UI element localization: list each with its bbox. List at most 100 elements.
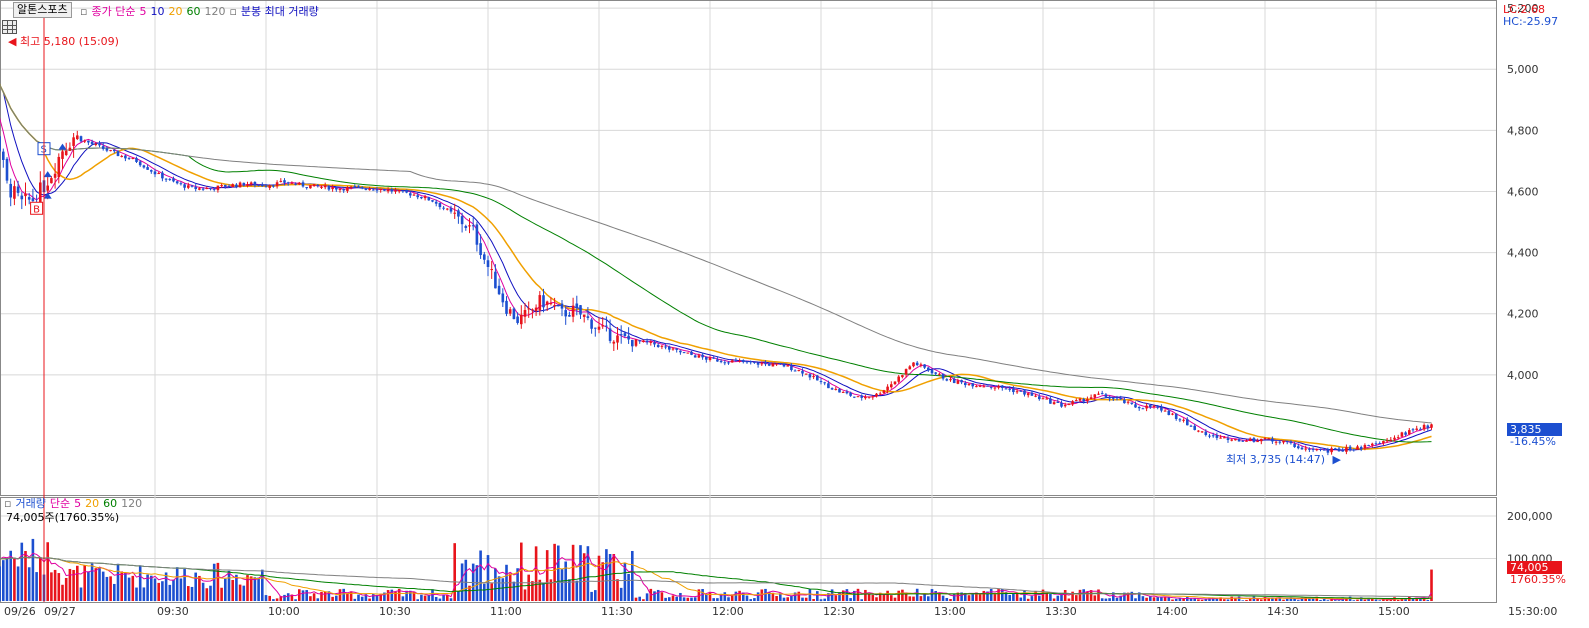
volume-bar	[464, 559, 468, 601]
volume-bar	[1356, 599, 1359, 601]
grid-toggle-icon[interactable]	[2, 20, 17, 34]
time-tick-label: 13:00	[934, 605, 966, 618]
candle-body	[1178, 419, 1182, 421]
volume-bar	[1223, 599, 1226, 601]
candle-body	[264, 186, 268, 188]
candle-body	[1152, 405, 1156, 407]
candle-body	[198, 188, 201, 190]
candle-body	[708, 357, 712, 360]
volume-bar	[1197, 599, 1200, 601]
candle-body	[231, 184, 234, 188]
candle-body	[734, 359, 738, 361]
volume-bar	[571, 544, 575, 601]
volume-bar	[612, 554, 616, 601]
candle-body	[534, 307, 538, 312]
volume-bar	[1163, 597, 1167, 601]
candle-body	[989, 386, 993, 388]
stock-name-tab[interactable]: 알톤스포츠	[13, 2, 72, 18]
candle-body	[1204, 431, 1208, 435]
candle-body	[730, 360, 734, 363]
candle-body	[1174, 413, 1178, 419]
candle-body	[1119, 398, 1122, 400]
candle-body	[471, 225, 475, 227]
candle-body	[1063, 405, 1067, 407]
candle-body	[1137, 406, 1141, 409]
candle-body	[590, 319, 593, 329]
volume-bar	[312, 593, 316, 601]
legend-ma-60: 60	[186, 5, 201, 18]
candle-body	[294, 183, 297, 185]
candle-body	[309, 185, 312, 189]
candle-body	[305, 187, 308, 189]
price-panel-frame	[0, 0, 1497, 496]
volume-bar	[175, 567, 179, 601]
candle-body	[1145, 405, 1148, 409]
candle-body	[1359, 447, 1363, 450]
volume-bar	[35, 572, 38, 601]
volume-bar	[875, 597, 878, 601]
volume-bar	[1404, 599, 1407, 601]
volume-bar	[1056, 595, 1060, 601]
volume-bar	[420, 594, 423, 601]
candle-body	[808, 374, 812, 378]
candle-body	[612, 341, 616, 344]
stock-chart[interactable]: BS 5,2005,0004,8004,6004,4004,2004,000 2…	[0, 0, 1589, 628]
ma-line-20	[0, 83, 1432, 450]
candle-body	[87, 140, 90, 143]
volume-bar	[53, 569, 57, 601]
candle-body	[890, 384, 893, 388]
candle-body	[742, 360, 745, 363]
volume-bar	[286, 593, 290, 601]
candle-body	[690, 351, 693, 355]
candle-body	[1363, 444, 1367, 449]
volume-bar	[834, 595, 838, 601]
volume-bar	[227, 570, 231, 601]
candle-body	[1123, 399, 1126, 404]
legend-ma-120: 120	[204, 5, 226, 18]
volume-tick-label: 200,000	[1507, 510, 1553, 523]
candle-body	[505, 300, 508, 314]
candle-body	[1200, 431, 1204, 433]
candle-body	[679, 350, 682, 353]
candle-body	[427, 197, 431, 201]
candle-body	[1038, 396, 1041, 400]
volume-bar	[209, 585, 212, 601]
candle-body	[693, 355, 697, 358]
candle-body	[941, 373, 945, 379]
volume-bar	[409, 590, 412, 601]
candle-body	[882, 390, 886, 394]
candle-body	[1352, 449, 1356, 451]
volume-bar	[631, 550, 634, 601]
volume-bar	[1174, 598, 1178, 601]
volume-bar	[660, 592, 664, 601]
volume-bar	[131, 575, 135, 601]
candle-body	[1082, 399, 1085, 402]
candle-body	[1311, 448, 1315, 450]
candle-body	[57, 156, 61, 178]
candle-body	[978, 385, 982, 387]
candle-body	[553, 304, 556, 306]
candle-body	[131, 157, 135, 159]
candle-body	[497, 285, 501, 295]
volume-bar	[1145, 597, 1148, 601]
volume-bar	[416, 599, 419, 601]
volume-bar	[5, 558, 9, 601]
candle-body	[301, 182, 305, 187]
candle-body	[320, 186, 323, 188]
candle-body	[793, 370, 797, 372]
volume-bar	[930, 589, 934, 601]
candle-body	[1056, 401, 1060, 403]
price-tick-label: 4,200	[1507, 308, 1539, 321]
candle-body	[364, 189, 368, 191]
price-tick-label: 4,600	[1507, 185, 1539, 198]
candle-body	[468, 225, 471, 227]
volume-bar	[353, 598, 357, 601]
candle-body	[342, 189, 345, 191]
candle-body	[1023, 390, 1026, 395]
volume-bar	[912, 596, 915, 601]
volume-bar	[331, 596, 334, 601]
candle-body	[575, 303, 579, 308]
candle-body	[46, 185, 49, 191]
volume-bar	[705, 594, 708, 601]
price-legend: ▫ 종가 단순 5 10 20 60 120 ▫ 분봉 최대 거래량	[80, 3, 323, 19]
